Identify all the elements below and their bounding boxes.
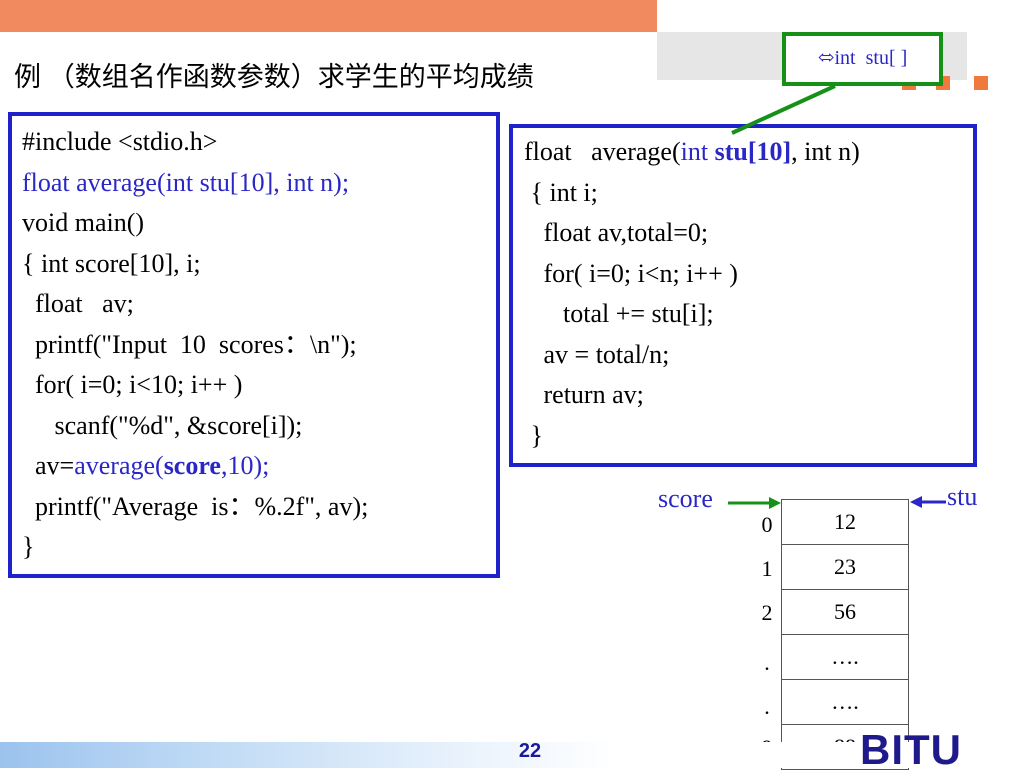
array-index: 1 — [761, 556, 773, 581]
code-line: #include <stdio.h> — [22, 127, 218, 156]
main-code-box: #include <stdio.h> float average(int stu… — [8, 112, 500, 578]
code-line: printf("Input 10 scores：\n"); — [22, 329, 357, 359]
code-line: { int score[10], i; — [22, 248, 201, 278]
table-row: 56 — [781, 589, 909, 635]
code-line: av = total/n; — [524, 339, 670, 369]
stu-arrow-head — [910, 496, 922, 508]
array-cell: …. — [781, 679, 909, 725]
code-line: } — [524, 420, 543, 450]
code-line: { int i; — [524, 177, 598, 207]
table-row: 23 — [781, 544, 909, 590]
score-arrow-head — [769, 497, 781, 509]
array-cell: 56 — [781, 589, 909, 635]
code-line: printf("Average is：%.2f", av); — [22, 491, 369, 521]
code-line: scanf("%d", &score[i]); — [22, 410, 303, 440]
code-line: float average(int stu[10], int n); — [22, 167, 350, 197]
table-row: …. — [781, 634, 909, 680]
table-row: 12 — [781, 499, 909, 545]
page-number: 22 — [518, 740, 542, 762]
array-index: 0 — [761, 512, 773, 537]
array-cell: 23 — [781, 544, 909, 590]
array-index: . — [764, 694, 770, 719]
code-line: for( i=0; i<10; i++ ) — [22, 370, 243, 399]
top-accent-bar — [0, 0, 657, 32]
code-line: void main() — [22, 208, 145, 237]
function-code-box: float average(int stu[10], int n) { int … — [509, 124, 977, 467]
table-row: …. — [781, 679, 909, 725]
stu-label: stu — [947, 482, 978, 511]
code-line: } — [22, 532, 35, 561]
code-line: float av,total=0; — [524, 218, 709, 247]
code-line: total += stu[i]; — [524, 299, 714, 328]
param-callout: ⬄int stu[ ] — [782, 32, 943, 86]
array-index: . — [764, 650, 770, 675]
code-line: float average(int stu[10], int n) — [524, 137, 860, 166]
code-line: return av; — [524, 380, 644, 409]
code-line: float av; — [22, 289, 134, 318]
code-line: for( i=0; i<n; i++ ) — [524, 258, 738, 288]
array-cell: 12 — [781, 499, 909, 545]
array-cell: …. — [781, 634, 909, 680]
code-line: av=average(score,10); — [22, 451, 270, 480]
slide-title: 例 （数组名作函数参数）求学生的平均成绩 — [14, 62, 534, 92]
array-index: 2 — [761, 600, 773, 625]
score-label: score — [658, 484, 713, 513]
bitu-logo: BITU — [860, 726, 962, 773]
